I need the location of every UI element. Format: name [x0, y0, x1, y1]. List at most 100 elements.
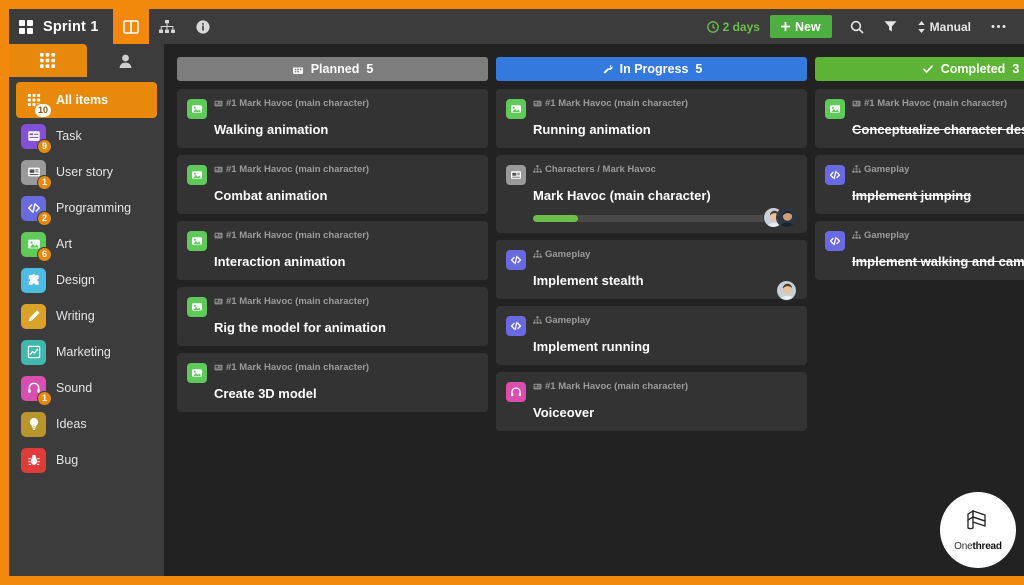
sort-updown-icon	[917, 20, 925, 33]
board-card[interactable]: #1 Mark Havoc (main character) Running an…	[496, 89, 807, 148]
more-button[interactable]	[981, 9, 1016, 44]
board-columns-icon[interactable]	[112, 9, 149, 44]
board-card[interactable]: Gameplay Implement jumping	[815, 155, 1024, 214]
sidebar-item-label: Design	[56, 273, 95, 287]
card-title: Combat animation	[214, 188, 328, 203]
toolbar-actions: 2 days New Manual	[706, 9, 1024, 44]
image-icon	[187, 165, 207, 185]
sidebar-item-label: Task	[56, 129, 82, 143]
sidebar-tabs	[9, 44, 164, 77]
board-card[interactable]: #1 Mark Havoc (main character) Create 3D …	[177, 353, 488, 412]
card-title: Walking animation	[214, 122, 329, 137]
column-count: 5	[695, 62, 703, 76]
code-icon	[506, 250, 526, 270]
apps-grid-icon[interactable]	[9, 19, 43, 34]
sidebar-item-label: User story	[56, 165, 113, 179]
board-card[interactable]: #1 Mark Havoc (main character) Voiceover	[496, 372, 807, 431]
sidebar-tab-people[interactable]	[87, 44, 165, 77]
card-list: #1 Mark Havoc (main character) Walking an…	[177, 89, 488, 412]
card-breadcrumb-label: #1 Mark Havoc (main character)	[226, 230, 370, 241]
assignee-avatars[interactable]	[763, 207, 797, 228]
card-breadcrumb: #1 Mark Havoc (main character)	[214, 296, 369, 307]
sort-label: Manual	[929, 19, 971, 34]
onethread-watermark: Onethread	[940, 492, 1016, 568]
image-icon	[187, 99, 207, 119]
card-breadcrumb: #1 Mark Havoc (main character)	[214, 230, 369, 241]
column-header[interactable]: Planned 5	[177, 57, 488, 81]
card-breadcrumb: #1 Mark Havoc (main character)	[533, 381, 688, 392]
info-circle-icon[interactable]	[185, 9, 221, 44]
headset-icon	[506, 382, 526, 402]
search-icon	[850, 20, 864, 34]
sidebar-item-writing[interactable]: Writing	[16, 298, 157, 334]
sidebar-item-sound[interactable]: 1 Sound	[16, 370, 157, 406]
avatar[interactable]	[776, 207, 797, 228]
sidebar-item-programming[interactable]: 2 Programming	[16, 190, 157, 226]
kanban-board: Planned 5 #1 Mark Havoc (main character) Wa…	[164, 44, 1024, 576]
code-icon	[825, 231, 845, 251]
sidebar-item-all-items[interactable]: 10 All items	[16, 82, 157, 118]
sitemap-icon[interactable]	[149, 9, 185, 44]
image-icon: 6	[21, 231, 52, 262]
column-header[interactable]: Completed 3	[815, 57, 1024, 81]
filter-button[interactable]	[874, 9, 907, 44]
sort-button[interactable]: Manual	[907, 9, 981, 44]
column-header[interactable]: In Progress 5	[496, 57, 807, 81]
plus-icon	[780, 22, 790, 31]
card-breadcrumb-label: Gameplay	[545, 315, 591, 326]
days-left-label: 2 days	[722, 19, 760, 34]
column-count: 5	[366, 62, 374, 76]
board-card[interactable]: #1 Mark Havoc (main character) Rig the mo…	[177, 287, 488, 346]
sidebar-item-label: Art	[56, 237, 72, 251]
card-breadcrumb-label: Gameplay	[864, 230, 910, 241]
app-window: Sprint 1 2 days New Manual 10 All items …	[9, 9, 1024, 576]
top-toolbar: Sprint 1 2 days New Manual	[9, 9, 1024, 44]
board-card[interactable]: Gameplay Implement stealth	[496, 240, 807, 301]
image-icon	[187, 297, 207, 317]
card-breadcrumb: Gameplay	[533, 315, 590, 326]
board-card[interactable]: #1 Mark Havoc (main character) Conceptual…	[815, 89, 1024, 148]
sidebar-item-bug[interactable]: Bug	[16, 442, 157, 478]
card-title: Running animation	[533, 122, 651, 137]
board-card[interactable]: #1 Mark Havoc (main character) Interactio…	[177, 221, 488, 280]
sidebar-item-label: Sound	[56, 381, 93, 395]
sidebar-item-design[interactable]: Design	[16, 262, 157, 298]
board-card[interactable]: #1 Mark Havoc (main character) Combat ani…	[177, 155, 488, 214]
card-header: Gameplay	[506, 315, 796, 336]
sitemap-small-icon	[533, 250, 542, 259]
card-header: Gameplay	[506, 249, 796, 270]
board-card[interactable]: Gameplay Implement walking and camera con…	[815, 221, 1024, 280]
check-icon	[922, 63, 934, 75]
card-breadcrumb-label: #1 Mark Havoc (main character)	[864, 98, 1008, 109]
board-card[interactable]: #1 Mark Havoc (main character) Walking an…	[177, 89, 488, 148]
assignee-avatars[interactable]	[776, 280, 797, 301]
code-icon	[825, 165, 845, 185]
card-breadcrumb: Gameplay	[533, 249, 590, 260]
card-breadcrumb: Gameplay	[852, 164, 909, 175]
card-breadcrumb-label: Characters / Mark Havoc	[545, 164, 656, 175]
board-column-in-progress: In Progress 5 #1 Mark Havoc (main characte…	[496, 57, 807, 576]
image-icon	[187, 231, 207, 251]
card-header: #1 Mark Havoc (main character)	[187, 296, 477, 317]
image-icon	[506, 99, 526, 119]
board-card[interactable]: Characters / Mark Havoc Mark Havoc (main …	[496, 155, 807, 233]
column-title: Planned	[310, 62, 360, 76]
sidebar: 10 All items 9 Task 1 User story 2 Programming 6…	[9, 44, 164, 576]
sidebar-item-label: Ideas	[56, 417, 87, 431]
avatar[interactable]	[776, 280, 797, 301]
sidebar-item-task[interactable]: 9 Task	[16, 118, 157, 154]
story-icon: 1	[21, 159, 52, 190]
sidebar-item-user-story[interactable]: 1 User story	[16, 154, 157, 190]
sidebar-item-ideas[interactable]: Ideas	[16, 406, 157, 442]
sidebar-tab-items[interactable]	[9, 44, 87, 77]
new-button[interactable]: New	[769, 15, 832, 38]
board-card[interactable]: Gameplay Implement running	[496, 306, 807, 365]
card-title: Implement jumping	[852, 188, 972, 203]
bulb-icon	[21, 411, 46, 437]
sidebar-item-art[interactable]: 6 Art	[16, 226, 157, 262]
card-breadcrumb: #1 Mark Havoc (main character)	[533, 98, 688, 109]
search-button[interactable]	[840, 9, 874, 44]
sidebar-item-marketing[interactable]: Marketing	[16, 334, 157, 370]
story-small-icon	[214, 165, 223, 174]
card-breadcrumb-label: #1 Mark Havoc (main character)	[226, 296, 370, 307]
